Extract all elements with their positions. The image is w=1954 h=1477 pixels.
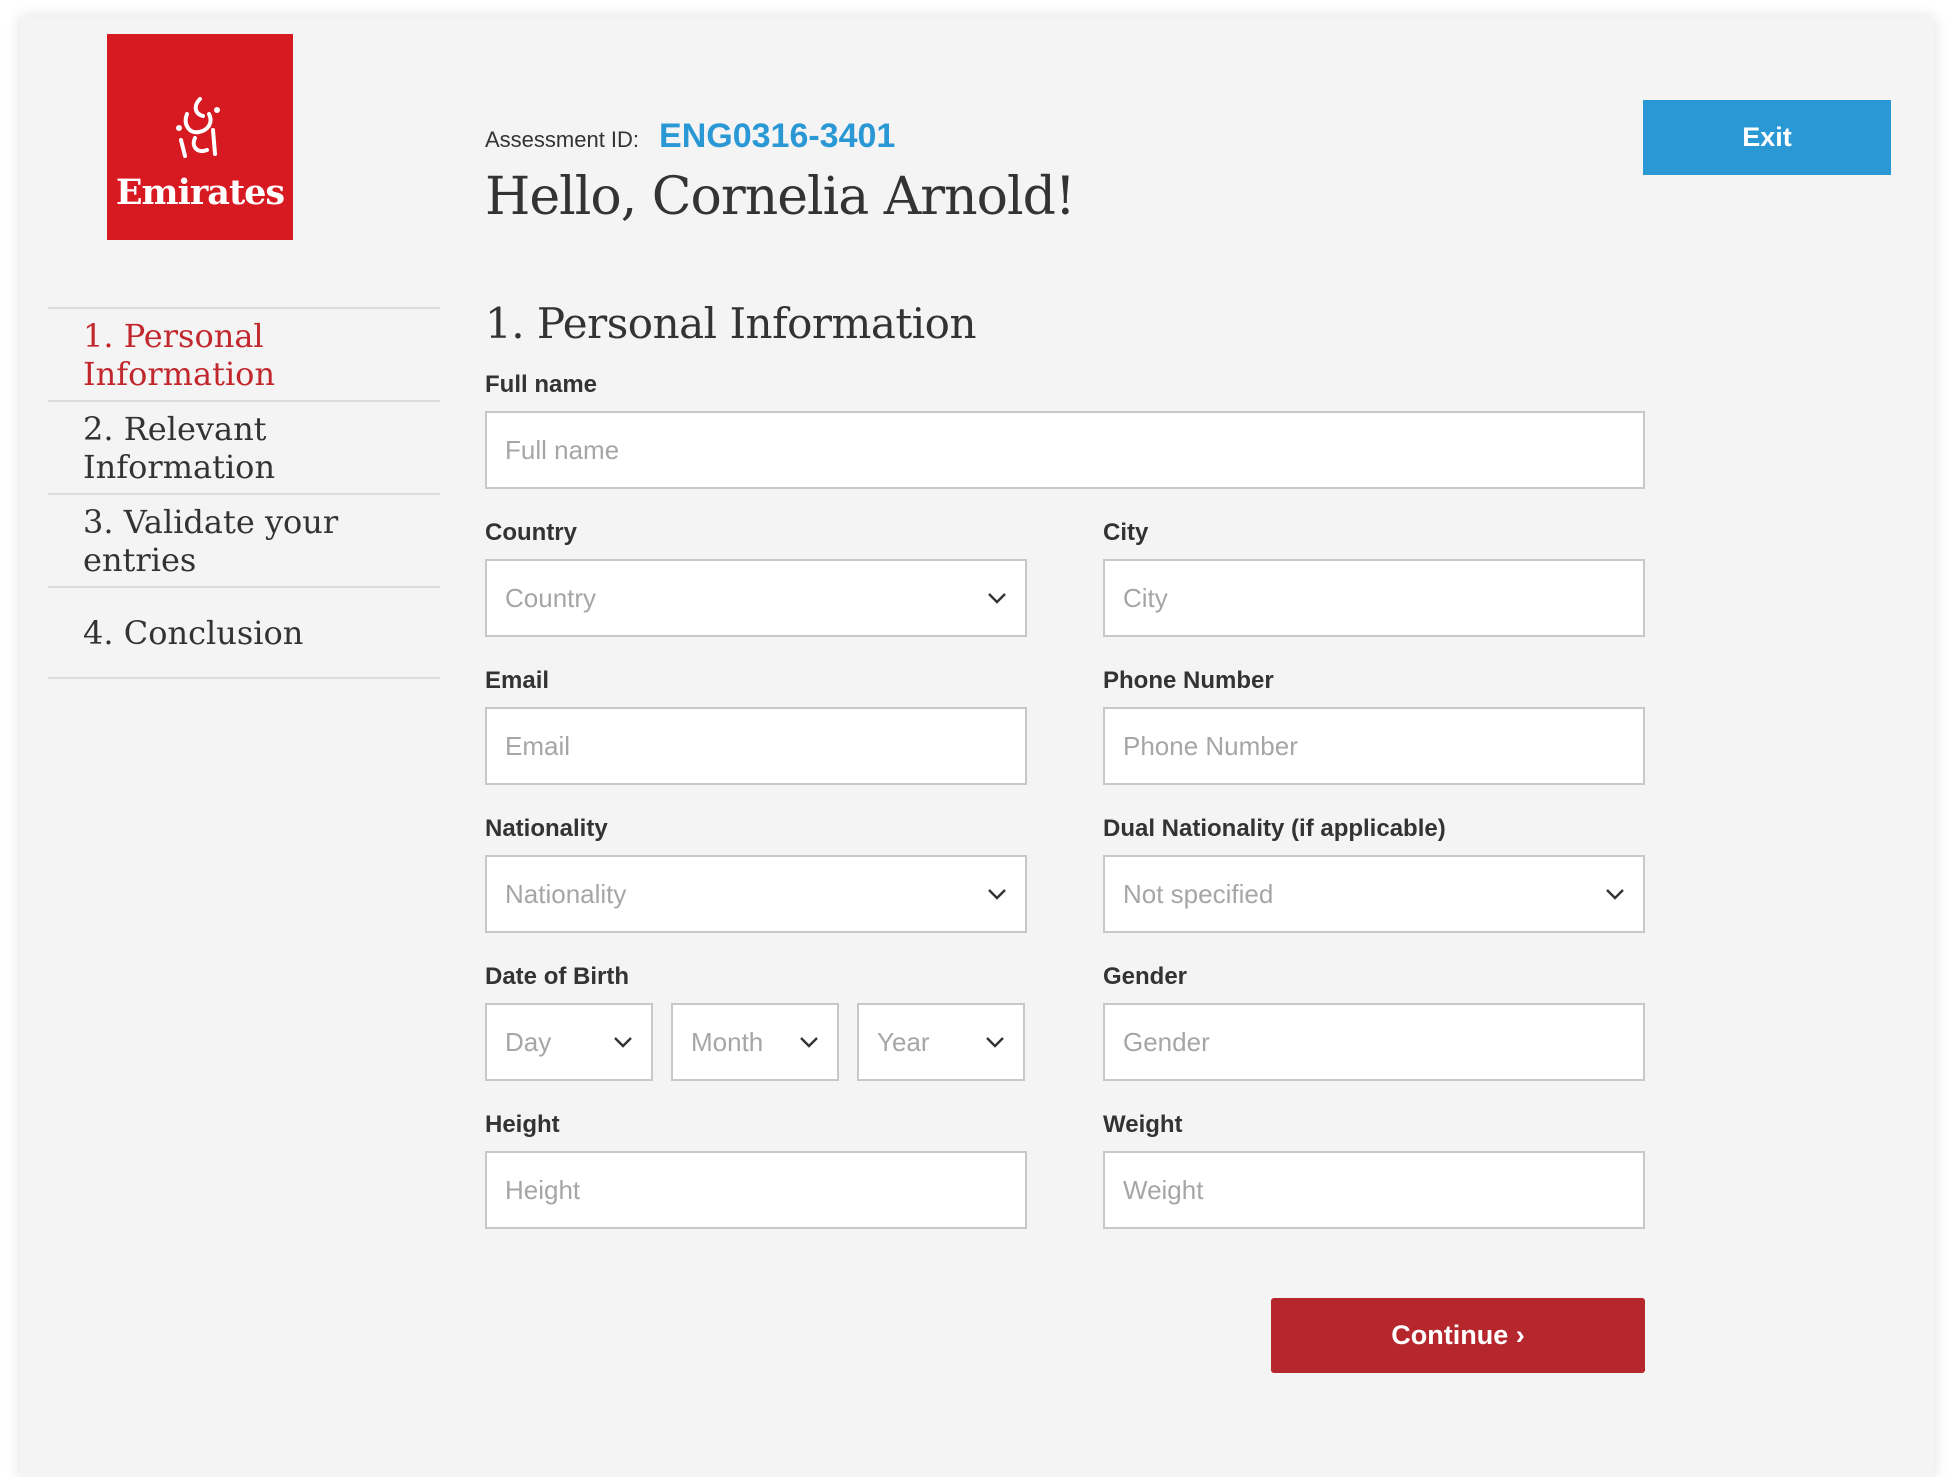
day-select-value: Day — [505, 1026, 552, 1057]
country-select[interactable]: Country — [485, 559, 1027, 637]
assessment-label: Assessment ID: — [485, 127, 640, 152]
date-of-birth-field: Date of Birth Day Month Year — [485, 959, 1027, 1081]
country-field: Country Country — [485, 515, 1027, 637]
height-label: Height — [485, 1111, 560, 1138]
continue-button[interactable]: Continue › — [1271, 1298, 1645, 1373]
page-card: Emirates 1. Personal Information 2. Rele… — [20, 17, 1934, 1477]
dual-nationality-select[interactable]: Not specified — [1103, 855, 1645, 933]
full-name-input[interactable] — [485, 411, 1645, 489]
email-label: Email — [485, 667, 550, 694]
emirates-logo[interactable]: Emirates — [107, 34, 293, 240]
nationality-select-value: Nationality — [505, 878, 627, 909]
year-select[interactable]: Year — [857, 1003, 1025, 1081]
weight-label: Weight — [1103, 1111, 1183, 1138]
city-label: City — [1103, 519, 1149, 546]
chevron-down-icon — [1606, 889, 1624, 900]
chevron-down-icon — [988, 889, 1006, 900]
city-field: City — [1103, 515, 1645, 637]
assessment-info: Assessment ID: ENG0316-3401 — [485, 117, 895, 156]
date-of-birth-label: Date of Birth — [485, 963, 629, 990]
phone-label: Phone Number — [1103, 667, 1274, 694]
month-select-value: Month — [691, 1026, 764, 1057]
chevron-down-icon — [614, 1037, 632, 1048]
date-of-birth-selects: Day Month Year — [485, 1003, 1027, 1081]
phone-field: Phone Number — [1103, 663, 1645, 785]
calligraphy-emblem-icon — [176, 97, 220, 158]
height-input[interactable] — [485, 1151, 1027, 1229]
nav-item-personal-information[interactable]: 1. Personal Information — [48, 307, 440, 400]
day-select[interactable]: Day — [485, 1003, 653, 1081]
nationality-label: Nationality — [485, 815, 608, 842]
nav-item-conclusion[interactable]: 4. Conclusion — [48, 586, 440, 679]
dual-nationality-field: Dual Nationality (if applicable) Not spe… — [1103, 811, 1645, 933]
step-navigation: 1. Personal Information 2. Relevant Info… — [48, 307, 440, 679]
nationality-select[interactable]: Nationality — [485, 855, 1027, 933]
city-input[interactable] — [1103, 559, 1645, 637]
full-name-field: Full name — [485, 367, 1645, 489]
nationality-field: Nationality Nationality — [485, 811, 1027, 933]
chevron-down-icon — [986, 1037, 1004, 1048]
email-field: Email — [485, 663, 1027, 785]
dual-nationality-select-value: Not specified — [1123, 878, 1274, 909]
gender-label: Gender — [1103, 963, 1188, 990]
gender-field: Gender — [1103, 959, 1645, 1081]
dual-nationality-label: Dual Nationality (if applicable) — [1103, 815, 1446, 842]
country-label: Country — [485, 519, 577, 546]
height-field: Height — [485, 1107, 1027, 1229]
chevron-down-icon — [800, 1037, 818, 1048]
nav-item-validate-entries[interactable]: 3. Validate your entries — [48, 493, 440, 586]
section-title: 1. Personal Information — [485, 299, 977, 348]
full-name-label: Full name — [485, 371, 598, 398]
assessment-id: ENG0316-3401 — [659, 117, 896, 155]
greeting-title: Hello, Cornelia Arnold! — [485, 167, 1076, 227]
logo-wordmark: Emirates — [115, 172, 285, 213]
phone-input[interactable] — [1103, 707, 1645, 785]
gender-input[interactable] — [1103, 1003, 1645, 1081]
chevron-down-icon — [988, 593, 1006, 604]
country-select-value: Country — [505, 582, 597, 613]
year-select-value: Year — [877, 1026, 930, 1057]
nav-item-relevant-information[interactable]: 2. Relevant Information — [48, 400, 440, 493]
weight-field: Weight — [1103, 1107, 1645, 1229]
exit-button[interactable]: Exit — [1643, 100, 1891, 175]
weight-input[interactable] — [1103, 1151, 1645, 1229]
month-select[interactable]: Month — [671, 1003, 839, 1081]
email-input[interactable] — [485, 707, 1027, 785]
